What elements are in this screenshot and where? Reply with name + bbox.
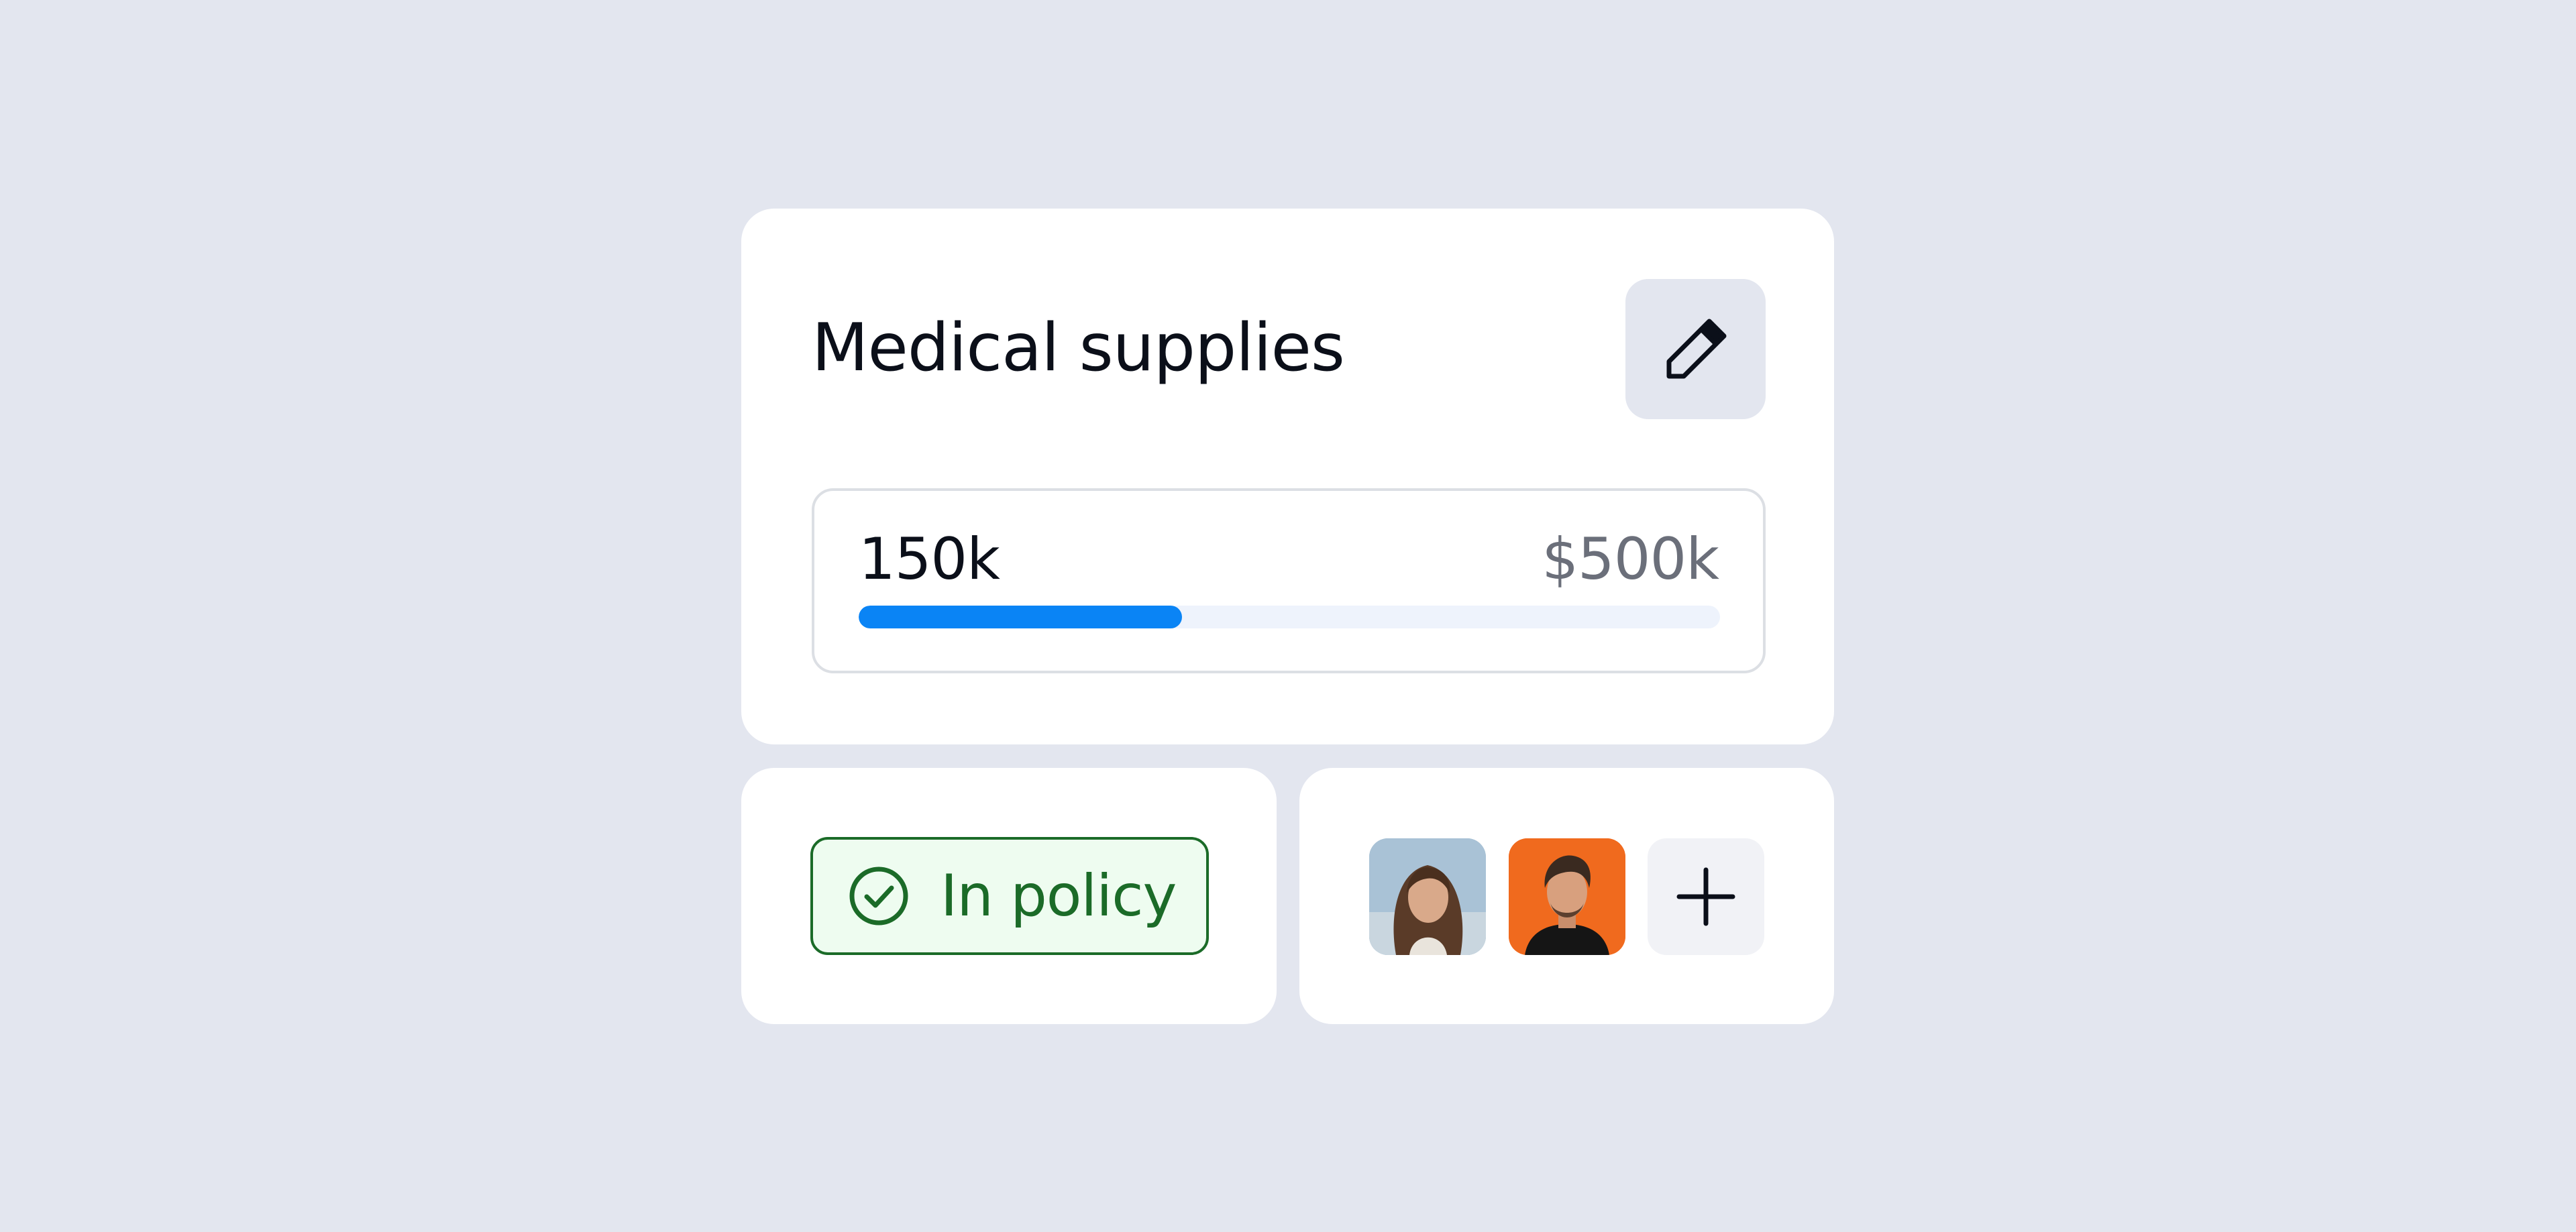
budget-title: Medical supplies: [812, 310, 1345, 386]
budget-progress-bar: [859, 606, 1720, 628]
man-avatar[interactable]: [1509, 838, 1625, 955]
woman-avatar-image: [1369, 838, 1486, 955]
add-person-button[interactable]: [1648, 838, 1764, 955]
edit-button[interactable]: [1625, 279, 1766, 419]
budget-progress-box: 150k $500k: [812, 488, 1766, 673]
woman-avatar[interactable]: [1369, 838, 1486, 955]
policy-status-badge: In policy: [810, 837, 1209, 955]
plus-icon: [1676, 867, 1735, 926]
man-avatar-image: [1509, 838, 1625, 955]
budget-total: $500k: [1542, 526, 1719, 593]
policy-card: In policy: [741, 768, 1277, 1024]
check-circle-icon: [849, 866, 908, 926]
people-card: [1299, 768, 1834, 1024]
budget-progress-fill: [859, 606, 1182, 628]
budget-spent: 150k: [859, 526, 1000, 593]
budget-card: Medical supplies 150k $500k: [741, 209, 1834, 744]
pencil-icon: [1666, 319, 1726, 378]
policy-status-label: In policy: [941, 862, 1177, 930]
